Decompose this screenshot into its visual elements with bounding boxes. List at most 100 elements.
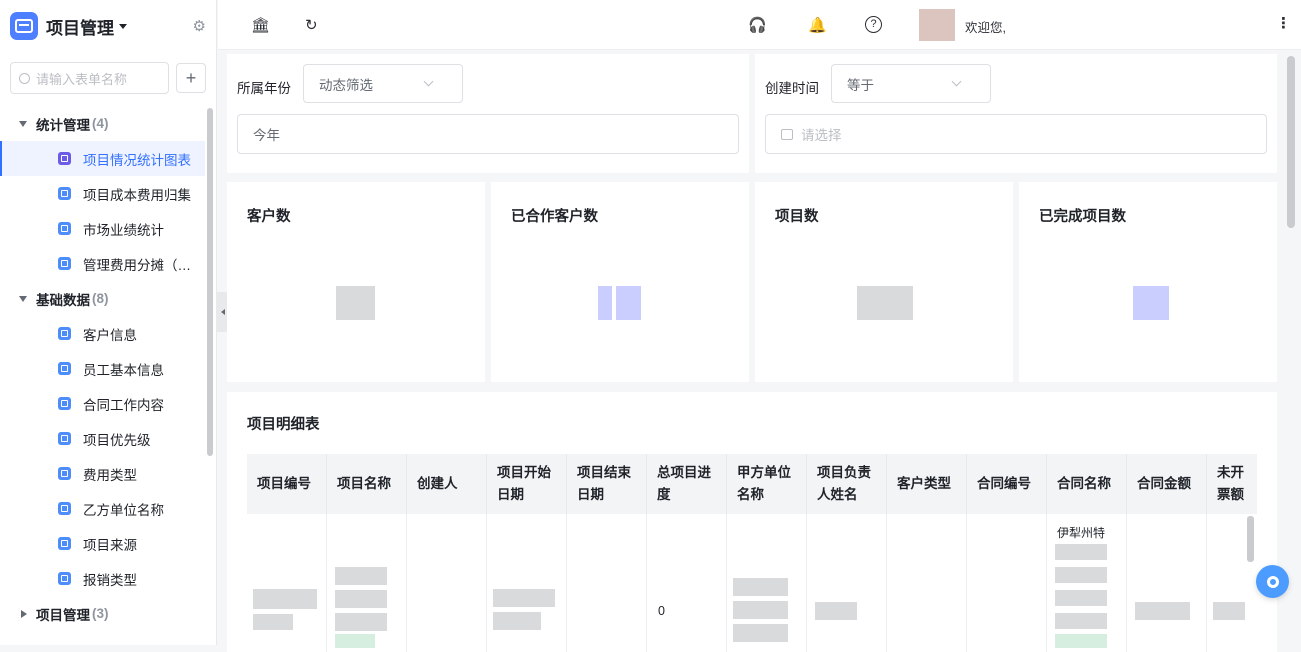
table-cell [327,514,407,652]
table-header: 项目编号 项目名称 创建人 项目开始日期 项目结束日期 总项目进度 甲方单位名称… [247,454,1257,514]
column-header[interactable]: 项目开始日期 [487,454,567,514]
table-cell [727,514,807,652]
table-cell [1127,514,1207,652]
filter-created-card: 创建时间 等于 请选择 [755,54,1277,173]
headset-icon[interactable]: 🎧 [748,16,767,34]
caret-right-icon [21,609,27,618]
redacted-block [493,589,555,607]
stat-title: 客户数 [247,209,291,225]
filter-created-mode-select[interactable]: 等于 [831,64,991,103]
tree-item[interactable]: 项目情况统计图表 [0,141,205,176]
redacted-block [335,590,387,608]
stat-value-redacted [1133,286,1169,320]
tree-group-basic[interactable]: 基础数据 (8) [0,281,205,316]
filter-year-card: 所属年份 动态筛选 今年 [227,54,749,173]
table-cell [487,514,567,652]
tree-item[interactable]: 费用类型 [0,456,205,491]
top-bar: 🏛 ↻ 🎧 🔔 ? 欢迎您, ⋮ [218,0,1301,50]
column-header[interactable]: 合同名称 [1047,454,1127,514]
calendar-icon [781,128,793,140]
redacted-block [253,589,317,609]
form-search-input[interactable]: 请输入表单名称 [10,62,169,94]
filter-year-mode-select[interactable]: 动态筛选 [303,64,463,103]
filter-created-date-input[interactable]: 请选择 [765,114,1267,154]
column-header[interactable]: 项目负责人姓名 [807,454,887,514]
redacted-block [815,602,857,620]
gear-icon[interactable]: ⚙ [193,17,206,35]
column-header[interactable]: 项目结束日期 [567,454,647,514]
search-icon [19,72,30,84]
column-header[interactable]: 总项目进度 [647,454,727,514]
app-title[interactable]: 项目管理 [46,14,114,39]
column-header[interactable]: 甲方单位名称 [727,454,807,514]
filter-year-label: 所属年份 [237,81,291,96]
help-icon[interactable]: ? [865,16,882,33]
bank-icon[interactable]: 🏛 [251,16,270,34]
table-scrollbar[interactable] [1247,516,1254,562]
tree-item[interactable]: 客户信息 [0,316,205,351]
caret-down-icon [19,295,27,302]
form-icon [58,222,71,235]
form-icon [58,432,71,445]
gear-icon [1266,575,1279,588]
tree-group-project[interactable]: 项目管理 (3) [0,596,205,631]
table-row[interactable]: 0 伊犁州特 [247,514,1257,652]
column-header[interactable]: 合同编号 [967,454,1047,514]
app-header: 项目管理 ⚙ [0,0,216,52]
redacted-block [335,613,387,631]
column-header[interactable]: 未开票额 [1207,454,1257,514]
redacted-block [1055,613,1107,629]
redacted-block [733,624,788,642]
redacted-block [1055,590,1107,606]
add-form-button[interactable]: + [176,63,206,93]
tree-item[interactable]: 项目来源 [0,526,205,561]
column-header[interactable]: 项目编号 [247,454,327,514]
chevron-down-icon [951,76,962,87]
tree-item[interactable]: 市场业绩统计 [0,211,205,246]
sidebar: 项目管理 ⚙ 请输入表单名称 + 统计管理 (4) 项目情况统计图表 项目成本费… [0,0,217,645]
column-header[interactable]: 合同金额 [1127,454,1207,514]
column-header[interactable]: 客户类型 [887,454,967,514]
tree-group-stats[interactable]: 统计管理 (4) [0,106,205,141]
table-cell: 伊犁州特 [1047,514,1127,652]
chevron-left-icon [221,309,225,315]
more-icon[interactable]: ⋮ [1276,14,1291,32]
filter-created-label: 创建时间 [765,81,819,96]
avatar[interactable] [919,9,955,41]
redacted-block [1055,634,1107,648]
sidebar-scrollbar[interactable] [207,108,213,456]
stat-title: 已合作客户数 [511,209,598,225]
column-header[interactable]: 项目名称 [327,454,407,514]
form-icon [58,187,71,200]
column-header[interactable]: 创建人 [407,454,487,514]
tree-item[interactable]: 报销类型 [0,561,205,596]
form-icon [58,502,71,515]
chevron-down-icon[interactable] [119,23,127,29]
form-tree: 统计管理 (4) 项目情况统计图表 项目成本费用归集 市场业绩统计 管理费用分摊… [0,106,205,631]
redacted-block [1055,567,1107,583]
filter-year-value[interactable]: 今年 [237,114,739,154]
tree-item[interactable]: 乙方单位名称 [0,491,205,526]
form-icon [58,537,71,550]
tree-item[interactable]: 员工基本信息 [0,351,205,386]
stat-title: 项目数 [775,209,819,225]
settings-fab-button[interactable] [1256,565,1289,598]
stat-value-redacted [616,286,641,320]
form-icon [58,397,71,410]
tree-item[interactable]: 项目优先级 [0,421,205,456]
refresh-icon[interactable]: ↻ [305,16,318,34]
table-cell [967,514,1047,652]
form-icon [58,327,71,340]
project-detail-card: 项目明细表 项目编号 项目名称 创建人 项目开始日期 项目结束日期 总项目进度 … [227,392,1277,652]
stat-card-completed: 已完成项目数 [1019,182,1277,382]
tree-item[interactable]: 项目成本费用归集 [0,176,205,211]
tree-item[interactable]: 管理费用分摊（中心） [0,246,205,281]
tree-item[interactable]: 合同工作内容 [0,386,205,421]
page-scrollbar[interactable] [1287,56,1295,228]
welcome-text: 欢迎您, [965,21,1006,35]
stat-card-projects: 项目数 [755,182,1013,382]
table-cell [807,514,887,652]
form-icon [58,257,71,270]
stat-value-redacted [598,286,612,320]
bell-icon[interactable]: 🔔 [808,16,827,34]
